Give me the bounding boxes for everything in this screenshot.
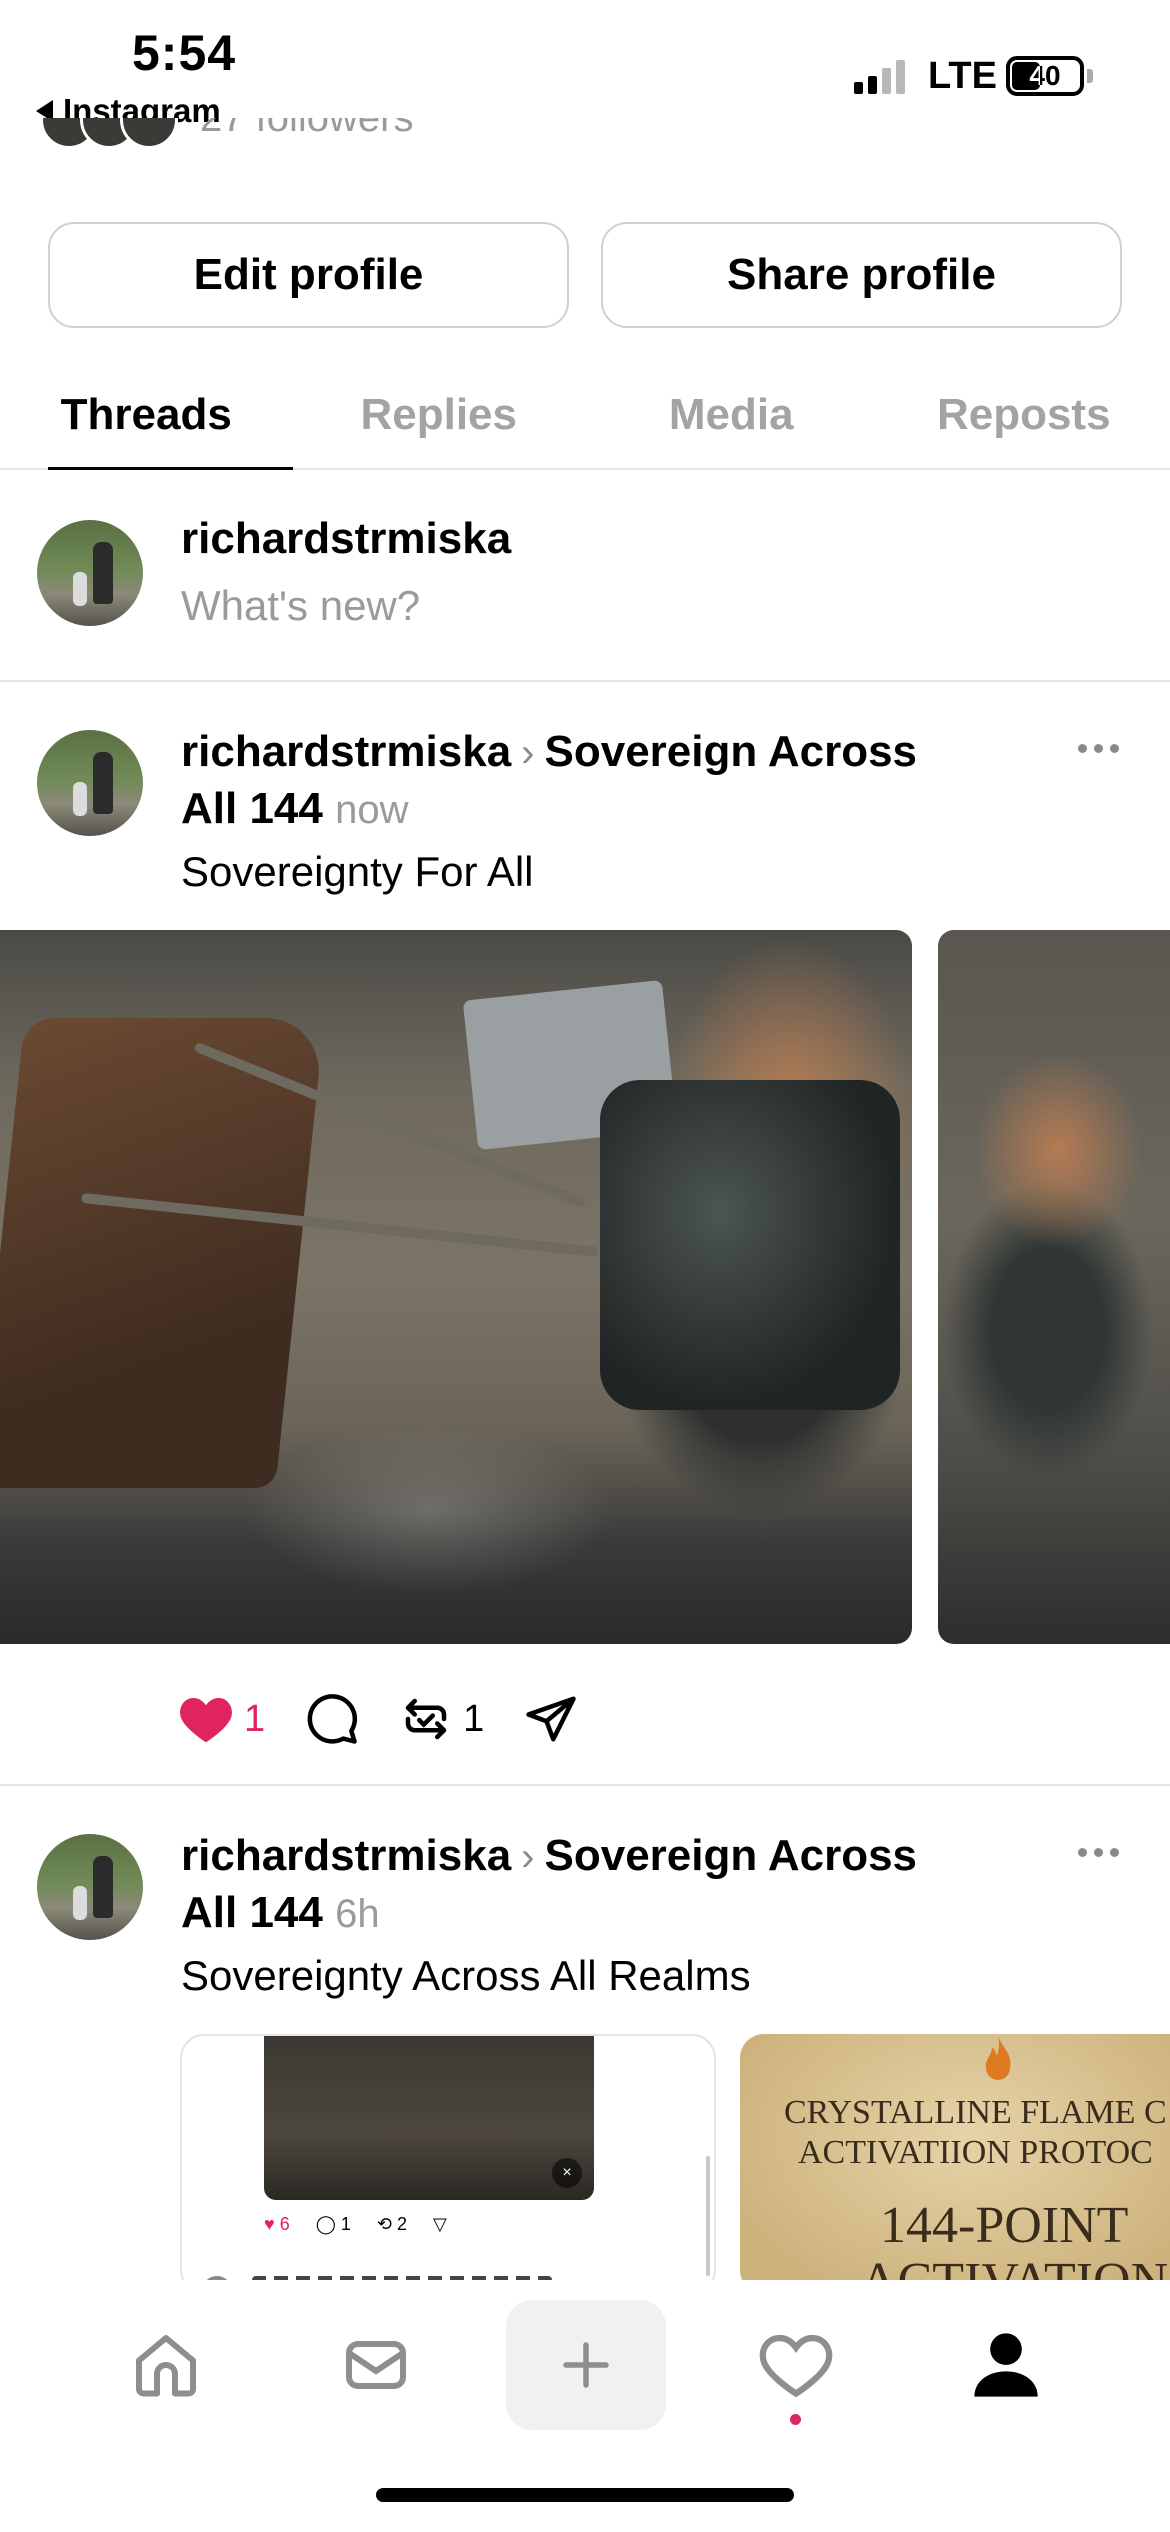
media-carousel[interactable]: × ♥ 6 ◯ 1 ⟲ 2 ▽ CRYSTALLINE FLAME C ACTI… [0, 2034, 1170, 2280]
notification-dot [790, 2414, 801, 2425]
plus-icon [563, 2342, 609, 2388]
status-bar: 5:54 Instagram LTE 40 27 followers [0, 0, 1170, 149]
home-indicator [376, 2488, 794, 2502]
composer-placeholder[interactable]: What's new? [181, 582, 420, 630]
network-label: LTE [928, 55, 997, 97]
image-text: 144-POINT [880, 2197, 1129, 2254]
comment-icon [307, 1694, 358, 1744]
chevron-right-icon: › [521, 1835, 535, 1879]
mute-icon[interactable]: × [552, 2158, 582, 2188]
post-community-cont[interactable]: All 144 [181, 1888, 323, 1937]
share-profile-button[interactable]: Share profile [601, 222, 1122, 328]
quoted-like: ♥ 6 [264, 2214, 290, 2234]
repost-count: 1 [463, 1697, 485, 1740]
share-button[interactable] [524, 1692, 578, 1746]
battery-percent: 40 [1029, 60, 1061, 91]
signal-icon [854, 60, 905, 94]
quoted-post-actions: ♥ 6 ◯ 1 ⟲ 2 ▽ [264, 2214, 447, 2235]
thread-post[interactable]: richardstrmiska › Sovereign Across All 144… [0, 684, 1170, 1786]
image-text: ACTIVATIION PROTOC [798, 2134, 1153, 2171]
post-text: Sovereignty Across All Realms [181, 1952, 751, 1999]
battery-icon: 40 [1006, 56, 1084, 96]
motor-shape [600, 1080, 900, 1410]
post-header: richardstrmiska › Sovereign Across All 144… [181, 1828, 1041, 1942]
tab-replies[interactable]: Replies [293, 370, 586, 468]
image-text: ACTIVATION [860, 2252, 1168, 2280]
post-community[interactable]: Sovereign Across [545, 1831, 918, 1880]
post-time: now [335, 788, 409, 832]
followers-count: 27 followers [200, 118, 413, 141]
clock: 5:54 [132, 25, 237, 81]
heart-icon [759, 2334, 833, 2398]
tab-reposts[interactable]: Reposts [878, 370, 1170, 468]
post-community[interactable]: Sovereign Across [545, 727, 918, 776]
image-text: CRYSTALLINE FLAME C [784, 2094, 1167, 2131]
tab-threads[interactable]: Threads [0, 370, 293, 470]
profile-tabs: Threads Replies Media Reposts [0, 370, 1170, 470]
nav-home[interactable] [86, 2300, 246, 2430]
quoted-repost: ⟲ 2 [376, 2214, 407, 2234]
repost-button[interactable]: 1 [399, 1692, 484, 1746]
profile-actions: Edit profile Share profile [48, 222, 1122, 328]
avatar[interactable] [37, 1834, 143, 1940]
like-count: 1 [244, 1697, 266, 1740]
post-text: Sovereignty For All [181, 848, 534, 895]
post-header: richardstrmiska › Sovereign Across All 144… [181, 724, 1041, 838]
post-community-cont[interactable]: All 144 [181, 784, 323, 833]
reply-button[interactable] [305, 1692, 359, 1746]
inbox-icon [346, 2341, 406, 2389]
heart-filled-icon [180, 1698, 232, 1743]
quoted-post-card[interactable]: × ♥ 6 ◯ 1 ⟲ 2 ▽ [180, 2034, 716, 2280]
nav-new-thread[interactable] [506, 2300, 666, 2430]
post-username[interactable]: richardstrmiska [181, 727, 511, 776]
scrollbar [706, 2156, 710, 2276]
more-options-icon[interactable] [1078, 1848, 1119, 1857]
chevron-right-icon: › [521, 731, 535, 775]
edit-profile-button[interactable]: Edit profile [48, 222, 569, 328]
quoted-video[interactable]: × [264, 2036, 594, 2200]
battery-cap [1087, 69, 1093, 83]
more-options-icon[interactable] [1078, 744, 1119, 753]
send-icon [526, 1696, 577, 1742]
nav-inbox[interactable] [296, 2300, 456, 2430]
avatar[interactable] [37, 520, 143, 626]
quoted-reply: ◯ 1 [315, 2214, 351, 2234]
post-actions: 1 1 [178, 1684, 618, 1754]
followers-row[interactable]: 27 followers [40, 118, 413, 158]
like-button[interactable]: 1 [178, 1693, 265, 1745]
thread-post[interactable]: richardstrmiska › Sovereign Across All 144… [0, 1788, 1170, 2280]
nav-profile[interactable] [926, 2300, 1086, 2430]
post-image[interactable]: CRYSTALLINE FLAME C ACTIVATIION PROTOC 1… [740, 2034, 1170, 2280]
anvil-shape [0, 1018, 325, 1488]
new-thread-composer[interactable]: richardstrmiska What's new? [0, 470, 1170, 682]
nav-activity[interactable] [716, 2300, 876, 2430]
post-username[interactable]: richardstrmiska [181, 1831, 511, 1880]
post-time: 6h [335, 1892, 380, 1936]
repost-icon [405, 1698, 447, 1740]
media-carousel[interactable] [0, 930, 1170, 1644]
avatar[interactable] [37, 730, 143, 836]
profile-icon [974, 2333, 1038, 2397]
quoted-send-icon: ▽ [433, 2214, 447, 2234]
follower-avatar [120, 118, 178, 149]
home-icon [136, 2335, 196, 2397]
flame-icon [985, 2035, 1011, 2080]
composer-username: richardstrmiska [181, 514, 512, 563]
tab-media[interactable]: Media [585, 370, 878, 468]
post-photo[interactable] [938, 930, 1170, 1644]
post-photo[interactable] [0, 930, 912, 1644]
